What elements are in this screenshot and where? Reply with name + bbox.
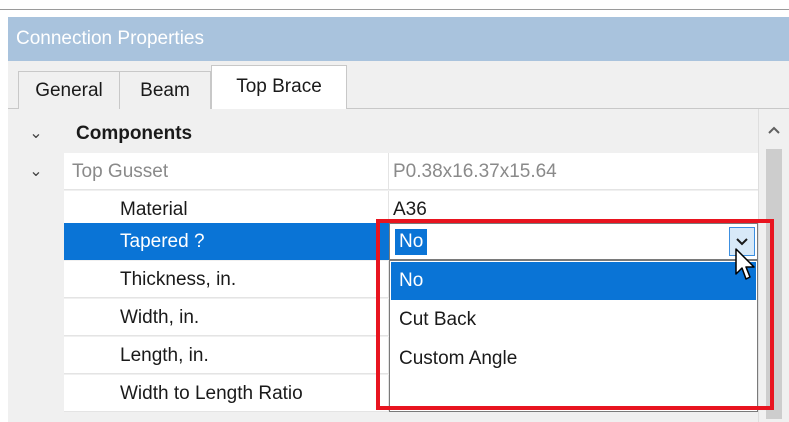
vertical-scrollbar[interactable] xyxy=(758,109,789,422)
connection-properties-window: Connection Properties General Beam Top B… xyxy=(0,0,789,422)
collapse-chevron-icon[interactable]: ⌄ xyxy=(16,115,56,152)
property-name: Tapered ? xyxy=(64,223,389,260)
combobox-selected-value: No xyxy=(395,229,428,255)
group-row-top-gusset[interactable]: ⌄ Top Gusset P0.38x16.37x15.64 xyxy=(8,153,758,191)
tab-bar: General Beam Top Brace xyxy=(8,61,789,110)
collapse-chevron-icon[interactable]: ⌄ xyxy=(16,153,56,190)
mouse-pointer-icon xyxy=(735,248,755,280)
tab-top-brace[interactable]: Top Brace xyxy=(211,65,347,110)
top-divider xyxy=(0,0,789,10)
tapered-dropdown-list: No Cut Back Custom Angle xyxy=(389,260,758,412)
property-name: Width to Length Ratio xyxy=(64,375,389,412)
category-label: Components xyxy=(64,115,758,152)
property-name: Top Gusset xyxy=(64,153,389,190)
dropdown-option-no[interactable]: No xyxy=(391,262,756,300)
property-name: Width, in. xyxy=(64,299,389,336)
property-name: Length, in. xyxy=(64,337,389,374)
dropdown-option-cut-back[interactable]: Cut Back xyxy=(391,301,756,339)
panel-title: Connection Properties xyxy=(8,17,789,61)
property-grid: ⌄ Components ⌄ Top Gusset P0.38x16.37x15… xyxy=(8,109,789,422)
tapered-combobox[interactable]: No xyxy=(389,223,758,260)
tab-beam[interactable]: Beam xyxy=(119,71,211,109)
tab-general[interactable]: General xyxy=(18,71,120,109)
dropdown-option-custom-angle[interactable]: Custom Angle xyxy=(391,340,756,378)
chevron-up-icon[interactable] xyxy=(759,115,789,145)
property-name: Thickness, in. xyxy=(64,261,389,298)
category-row-components[interactable]: ⌄ Components xyxy=(8,115,758,153)
scroll-thumb[interactable] xyxy=(766,149,782,419)
property-value: P0.38x16.37x15.64 xyxy=(389,153,758,190)
